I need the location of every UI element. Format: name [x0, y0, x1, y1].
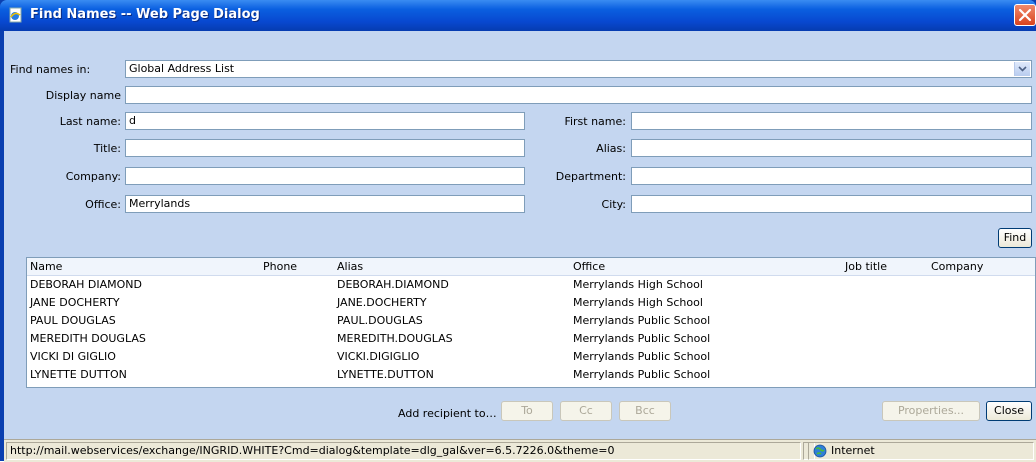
add-bcc-button[interactable]: Bcc	[619, 401, 671, 421]
add-recipient-label: Add recipient to…	[398, 407, 497, 420]
cell-name: VICKI DI GIGLIO	[30, 350, 116, 363]
title-bar[interactable]: Find Names -- Web Page Dialog	[0, 0, 1036, 31]
column-header-alias[interactable]: Alias	[337, 258, 363, 275]
title-field[interactable]	[125, 139, 525, 157]
cell-alias: LYNETTE.DUTTON	[337, 368, 434, 381]
table-row[interactable]: VICKI DI GIGLIO VICKI.DIGIGLIO Merryland…	[27, 348, 1035, 366]
city-label: City:	[601, 198, 626, 211]
department-field[interactable]	[631, 167, 1032, 185]
cell-office: Merrylands Public School	[573, 332, 711, 345]
cell-office: Merrylands High School	[573, 278, 703, 291]
table-row[interactable]: DEBORAH DIAMOND DEBORAH.DIAMOND Merrylan…	[27, 276, 1035, 294]
add-to-button[interactable]: To	[501, 401, 553, 421]
add-cc-button[interactable]: Cc	[560, 401, 612, 421]
company-field[interactable]	[125, 167, 525, 185]
status-url: http://mail.webservices/exchange/INGRID.…	[6, 442, 801, 460]
column-header-name[interactable]: Name	[30, 258, 62, 275]
security-zone-pane: Internet	[808, 442, 1034, 460]
cell-name: DEBORAH DIAMOND	[30, 278, 143, 291]
cell-alias: DEBORAH.DIAMOND	[337, 278, 449, 291]
company-label: Company:	[65, 170, 121, 183]
status-bar: http://mail.webservices/exchange/INGRID.…	[4, 439, 1036, 462]
close-icon	[1018, 8, 1032, 22]
cell-alias: MEREDITH.DOUGLAS	[337, 332, 453, 345]
close-window-button[interactable]	[1014, 4, 1036, 26]
close-button[interactable]: Close	[986, 401, 1032, 421]
title-label: Title:	[93, 142, 121, 155]
department-label: Department:	[555, 170, 626, 183]
cell-alias: PAUL.DOUGLAS	[337, 314, 423, 327]
first-name-field[interactable]	[631, 112, 1032, 130]
properties-button[interactable]: Properties...	[882, 401, 980, 421]
address-list-value: Global Address List	[129, 62, 235, 75]
column-header-company[interactable]: Company	[931, 258, 983, 275]
find-in-label: Find names in:	[10, 63, 91, 76]
zone-label: Internet	[831, 444, 875, 457]
column-header-phone[interactable]: Phone	[263, 258, 297, 275]
dropdown-arrow[interactable]	[1014, 62, 1030, 76]
display-name-field[interactable]	[125, 86, 1032, 104]
cell-name: JANE DOCHERTY	[30, 296, 120, 309]
office-field[interactable]: Merrylands	[125, 195, 525, 213]
alias-field[interactable]	[631, 139, 1032, 157]
column-header-office[interactable]: Office	[573, 258, 605, 275]
results-header: Name Phone Alias Office Job title Compan…	[27, 258, 1035, 276]
table-row[interactable]: PAUL DOUGLAS PAUL.DOUGLAS Merrylands Pub…	[27, 312, 1035, 330]
globe-icon	[813, 444, 827, 458]
office-label: Office:	[85, 198, 121, 211]
table-row[interactable]: MEREDITH DOUGLAS MEREDITH.DOUGLAS Merryl…	[27, 330, 1035, 348]
table-row[interactable]: LYNETTE DUTTON LYNETTE.DUTTON Merrylands…	[27, 366, 1035, 384]
cell-office: Merrylands Public School	[573, 368, 711, 381]
cell-office: Merrylands Public School	[573, 350, 711, 363]
find-button[interactable]: Find	[998, 228, 1032, 248]
cell-name: LYNETTE DUTTON	[30, 368, 127, 381]
last-name-label: Last name:	[59, 115, 121, 128]
display-name-label: Display name	[45, 89, 121, 102]
chevron-down-icon	[1018, 66, 1027, 72]
cell-alias: JANE.DOCHERTY	[337, 296, 427, 309]
ie-page-icon	[9, 7, 22, 23]
dialog-body: Find names in: Global Address List Displ…	[4, 31, 1036, 439]
alias-label: Alias:	[596, 142, 626, 155]
cell-alias: VICKI.DIGIGLIO	[337, 350, 420, 363]
city-field[interactable]	[631, 195, 1032, 213]
cell-office: Merrylands Public School	[573, 314, 711, 327]
cell-name: PAUL DOUGLAS	[30, 314, 116, 327]
address-list-select[interactable]: Global Address List	[125, 60, 1032, 78]
dialog-window: Find Names -- Web Page Dialog Find names…	[0, 0, 1036, 462]
table-row[interactable]: JANE DOCHERTY JANE.DOCHERTY Merrylands H…	[27, 294, 1035, 312]
window-title: Find Names -- Web Page Dialog	[30, 7, 260, 22]
cell-office: Merrylands High School	[573, 296, 703, 309]
cell-name: MEREDITH DOUGLAS	[30, 332, 146, 345]
last-name-field[interactable]: d	[125, 112, 525, 130]
column-header-job-title[interactable]: Job title	[845, 258, 887, 275]
results-list[interactable]: Name Phone Alias Office Job title Compan…	[26, 257, 1036, 388]
first-name-label: First name:	[564, 115, 626, 128]
